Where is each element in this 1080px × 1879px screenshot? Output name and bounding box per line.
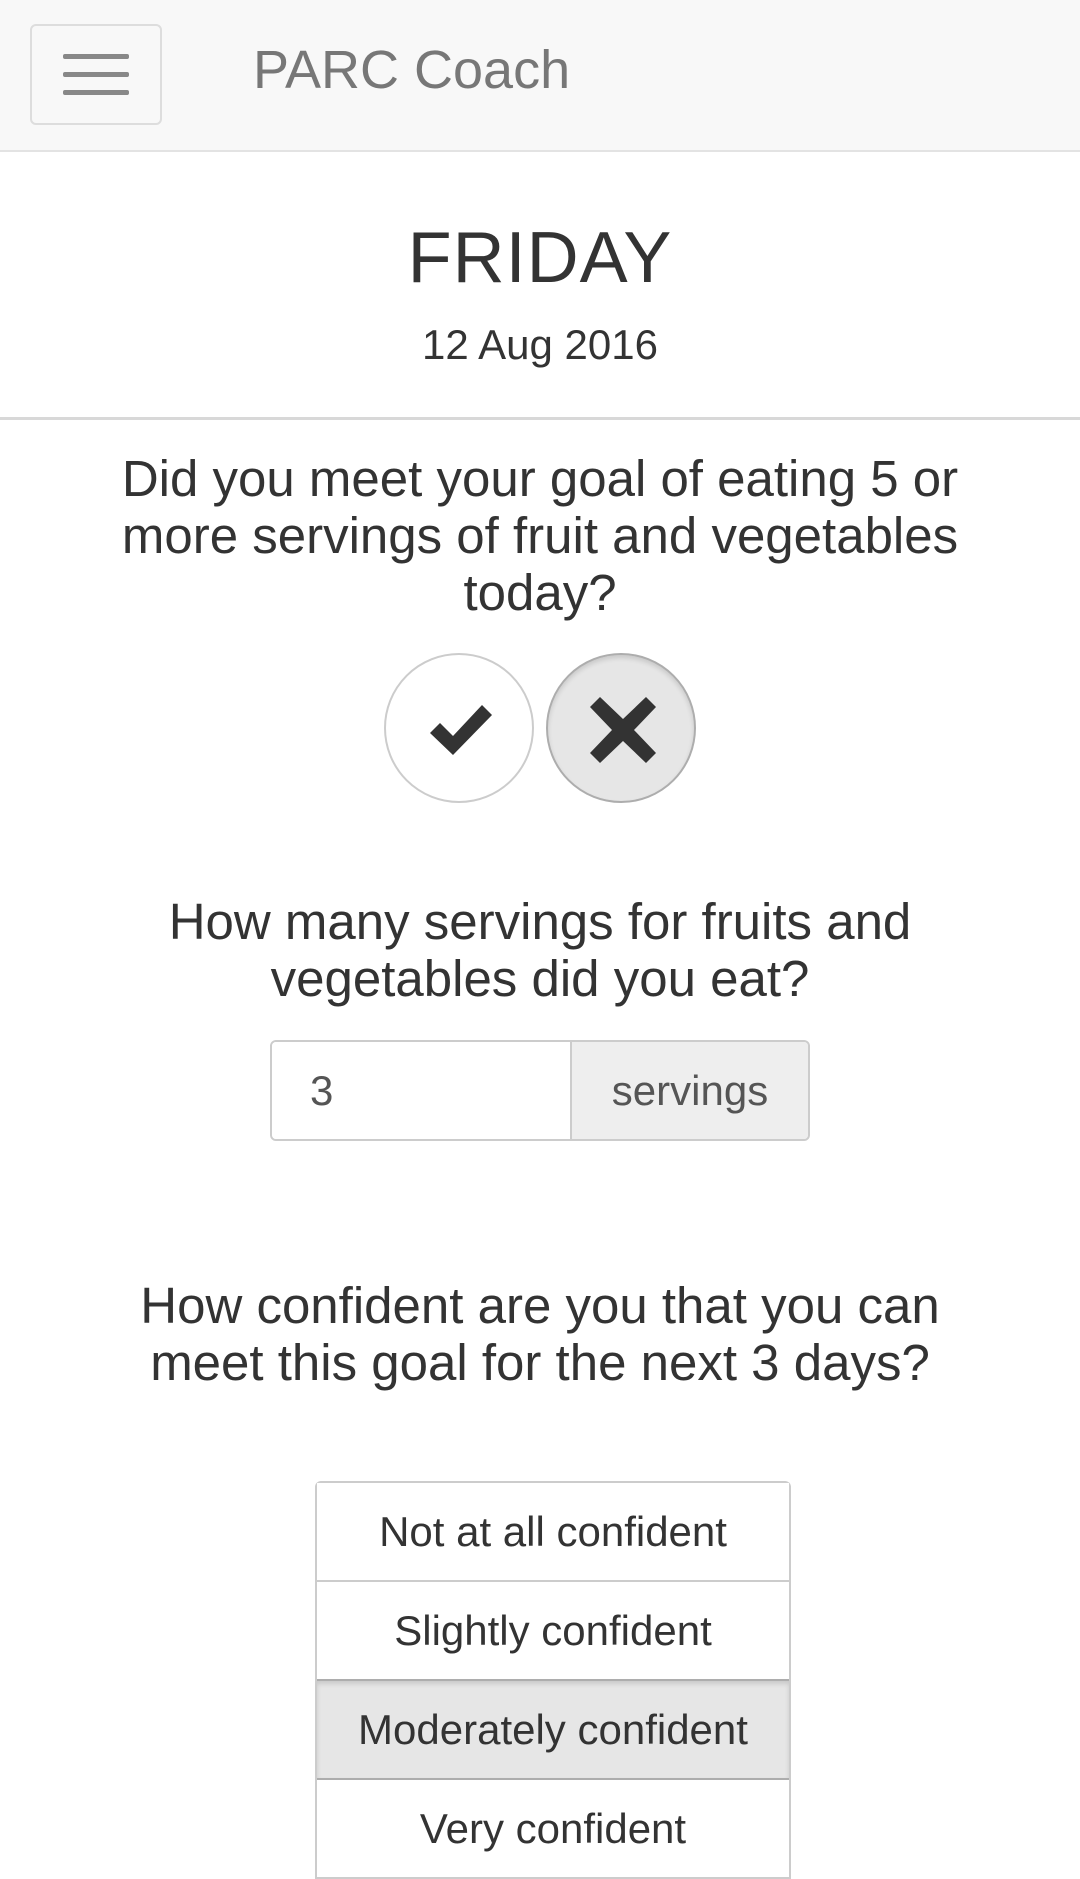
hamburger-menu-icon bbox=[63, 54, 129, 59]
goal-question: Did you meet your goal of eating 5 or mo… bbox=[121, 450, 959, 621]
confidence-option-very[interactable]: Very confident bbox=[317, 1780, 789, 1879]
menu-toggle-button[interactable] bbox=[30, 24, 162, 125]
day-date: 12 Aug 2016 bbox=[422, 321, 658, 368]
servings-input[interactable] bbox=[272, 1042, 572, 1139]
confidence-question: How confident are you that you can meet … bbox=[140, 1277, 940, 1391]
servings-question: How many servings for fruits and vegetab… bbox=[168, 893, 912, 1007]
confidence-option-slightly[interactable]: Slightly confident bbox=[317, 1582, 789, 1681]
no-button[interactable] bbox=[546, 653, 696, 803]
hamburger-menu-icon-bar bbox=[63, 90, 129, 95]
servings-unit-label: servings bbox=[572, 1042, 808, 1139]
day-name: FRIDAY bbox=[407, 218, 673, 298]
navbar: PARC Coach bbox=[0, 0, 1080, 152]
hamburger-menu-icon-bar bbox=[63, 72, 129, 77]
servings-input-group: servings bbox=[270, 1040, 810, 1141]
x-icon bbox=[590, 697, 656, 763]
confidence-option-not-at-all[interactable]: Not at all confident bbox=[317, 1483, 789, 1582]
confidence-option-moderately[interactable]: Moderately confident bbox=[317, 1679, 789, 1780]
app-brand[interactable]: PARC Coach bbox=[253, 38, 570, 102]
checkmark-icon bbox=[430, 705, 492, 755]
yes-button[interactable] bbox=[384, 653, 534, 803]
confidence-options: Not at all confident Slightly confident … bbox=[315, 1481, 791, 1879]
day-header: FRIDAY 12 Aug 2016 bbox=[0, 152, 1080, 420]
